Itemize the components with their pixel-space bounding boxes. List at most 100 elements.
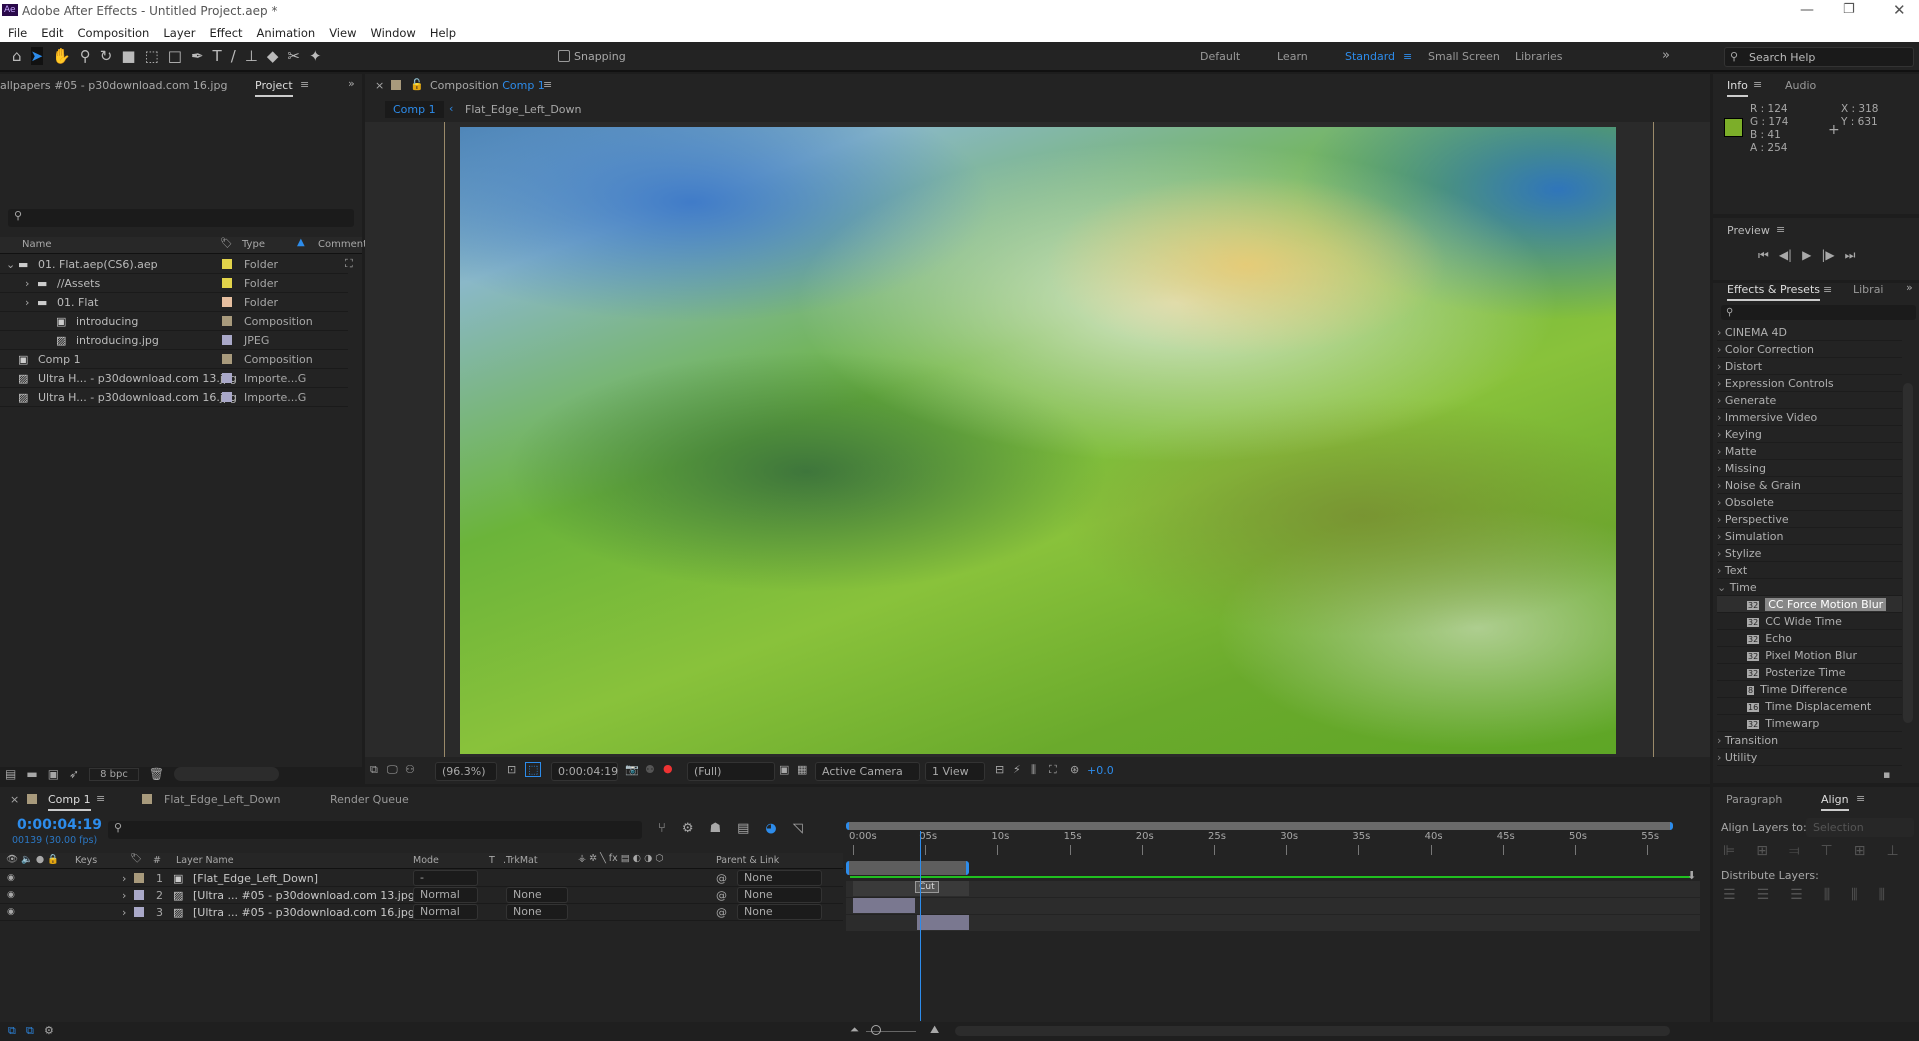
project-item[interactable]: ▨ introducing.jpg JPEG bbox=[0, 331, 348, 350]
fast-draft-icon[interactable]: ⚡ bbox=[1013, 763, 1021, 776]
column-comment[interactable]: Comment bbox=[318, 239, 367, 250]
toggle-modes-icon[interactable]: ⚙ bbox=[44, 1024, 54, 1037]
layer-duration-bar[interactable] bbox=[853, 898, 916, 913]
close-tab-icon[interactable]: × bbox=[375, 79, 384, 92]
minimize-button[interactable]: — bbox=[1800, 2, 1814, 18]
track-matte-dropdown[interactable]: None bbox=[506, 887, 568, 903]
play-icon[interactable]: ▶ bbox=[1802, 248, 1811, 263]
new-preset-icon[interactable]: ▪ bbox=[1883, 768, 1890, 781]
region-of-interest-icon[interactable]: ⬚ bbox=[525, 762, 542, 777]
close-tab-icon[interactable]: × bbox=[10, 793, 19, 806]
breadcrumb-comp-1[interactable]: Comp 1 bbox=[385, 101, 444, 118]
column-layer-name[interactable]: Layer Name bbox=[176, 855, 234, 866]
expand-panels-icon[interactable]: » bbox=[348, 77, 355, 90]
zoom-tool-icon[interactable]: ⚲ bbox=[80, 47, 91, 65]
collapse-arrow-icon[interactable]: ⌄ bbox=[6, 258, 15, 271]
blend-mode-dropdown[interactable]: - bbox=[413, 870, 478, 886]
roto-brush-tool-icon[interactable]: ✂ bbox=[287, 47, 300, 65]
label-color-swatch[interactable] bbox=[222, 335, 232, 345]
effect-category[interactable]: › Missing bbox=[1717, 460, 1902, 477]
next-frame-icon[interactable]: |▶ bbox=[1821, 248, 1834, 263]
parent-dropdown[interactable]: None bbox=[737, 870, 822, 886]
camera-dropdown[interactable]: Active Camera bbox=[815, 762, 920, 781]
menu-file[interactable]: File bbox=[8, 26, 27, 40]
interpret-footage-icon[interactable]: ▤ bbox=[5, 767, 16, 781]
layer-row[interactable]: ◉ › 2 ▨ [Ultra ... #05 - p30download.com 13.… bbox=[0, 887, 843, 904]
effect-category[interactable]: › Immersive Video bbox=[1717, 409, 1902, 426]
eye-icon[interactable]: ◉ bbox=[7, 873, 15, 883]
effects-search-input[interactable]: ⚲ bbox=[1721, 305, 1916, 320]
workspace-learn[interactable]: Learn bbox=[1277, 50, 1308, 63]
selection-tool-icon[interactable]: ➤ bbox=[30, 47, 44, 65]
pick-whip-icon[interactable]: @ bbox=[716, 906, 727, 919]
camera-tool-icon[interactable]: ■ bbox=[121, 47, 135, 65]
menu-effect[interactable]: Effect bbox=[209, 26, 242, 40]
toggle-pixel-aspect-icon[interactable]: ⊟ bbox=[995, 763, 1004, 776]
align-left-icon[interactable]: ⊫ bbox=[1723, 843, 1735, 859]
effect-category[interactable]: › Text bbox=[1717, 562, 1902, 579]
parent-dropdown[interactable]: None bbox=[737, 887, 822, 903]
title-safe-icon[interactable]: ⊡ bbox=[507, 763, 516, 776]
tab-project[interactable]: Project bbox=[255, 79, 293, 97]
fast-previews-icon[interactable]: ▣ bbox=[779, 763, 789, 776]
eraser-tool-icon[interactable]: ◆ bbox=[267, 47, 279, 65]
previous-frame-icon[interactable]: ◀| bbox=[1779, 248, 1792, 263]
new-composition-icon[interactable]: ▣ bbox=[48, 767, 59, 781]
pick-whip-icon[interactable]: @ bbox=[716, 889, 727, 902]
last-frame-icon[interactable]: ⏭ bbox=[1845, 248, 1856, 263]
zoom-dropdown[interactable]: (96.3%) bbox=[435, 762, 497, 781]
effect-item[interactable]: 32 Timewarp bbox=[1717, 715, 1902, 732]
breadcrumb-flat-edge[interactable]: Flat_Edge_Left_Down bbox=[465, 103, 581, 116]
work-area-bar[interactable] bbox=[846, 861, 969, 875]
label-color-swatch[interactable] bbox=[134, 907, 144, 917]
draft-3d-icon[interactable]: ⚙ bbox=[682, 821, 694, 836]
blend-mode-dropdown[interactable]: Normal bbox=[413, 887, 478, 903]
graph-editor-icon[interactable]: ◹ bbox=[793, 821, 803, 836]
motion-blur-icon[interactable]: ◕ bbox=[765, 821, 776, 836]
expand-arrow-icon[interactable]: › bbox=[122, 872, 126, 885]
effect-category[interactable]: › Expression Controls bbox=[1717, 375, 1902, 392]
menu-composition[interactable]: Composition bbox=[78, 26, 150, 40]
bpc-button[interactable]: 8 bpc bbox=[89, 767, 139, 781]
timeline-icon[interactable]: ⫼ bbox=[1031, 763, 1036, 777]
zoom-out-icon[interactable]: ⏶ bbox=[850, 1023, 859, 1037]
expand-arrow-icon[interactable]: › bbox=[122, 889, 126, 902]
time-ruler[interactable]: 0:00s 05s 10s 15s 20s 25s 30s 35s 40s 45s 50s 55s bbox=[846, 831, 1700, 861]
flowchart-icon[interactable]: ⛶ bbox=[345, 257, 353, 271]
label-color-swatch[interactable] bbox=[222, 392, 232, 402]
panel-menu-icon[interactable]: ≡ bbox=[96, 792, 105, 805]
effect-category[interactable]: › Distort bbox=[1717, 358, 1902, 375]
label-color-swatch[interactable] bbox=[222, 259, 232, 269]
layer-duration-bar[interactable] bbox=[853, 881, 969, 896]
column-type[interactable]: Type bbox=[242, 239, 265, 250]
effect-item[interactable]: 32 Posterize Time bbox=[1717, 664, 1902, 681]
transparency-grid-icon[interactable]: ▦ bbox=[797, 763, 807, 776]
home-icon[interactable]: ⌂ bbox=[12, 47, 22, 65]
project-item[interactable]: › ▬ 01. Flat Folder bbox=[0, 293, 348, 312]
layer-name[interactable]: [Ultra ... #05 - p30download.com 13.jpg] bbox=[193, 889, 419, 902]
parent-dropdown[interactable]: None bbox=[737, 904, 822, 920]
first-frame-icon[interactable]: ⏮ bbox=[1758, 248, 1769, 263]
effect-category[interactable]: › Stylize bbox=[1717, 545, 1902, 562]
blend-mode-dropdown[interactable]: Normal bbox=[413, 904, 478, 920]
shy-layers-icon[interactable]: ☗ bbox=[709, 821, 721, 836]
expand-arrow-icon[interactable]: › bbox=[25, 277, 29, 290]
align-v-center-icon[interactable]: ⊞ bbox=[1854, 843, 1866, 859]
project-item[interactable]: ▣ Comp 1 Composition bbox=[0, 350, 348, 369]
layer-name[interactable]: [Ultra ... #05 - p30download.com 16.jpg] bbox=[193, 906, 419, 919]
tab-render-queue[interactable]: Render Queue bbox=[330, 793, 409, 806]
distribute-v-center-icon[interactable]: ☰ bbox=[1757, 887, 1770, 903]
eye-icon[interactable]: ◉ bbox=[7, 907, 15, 917]
distribute-h-center-icon[interactable]: ⫼ bbox=[1851, 887, 1857, 903]
project-item[interactable]: ▣ introducing Composition bbox=[0, 312, 348, 331]
workspace-default[interactable]: Default bbox=[1200, 50, 1240, 63]
column-name[interactable]: Name bbox=[22, 239, 52, 250]
effect-item[interactable]: 32 CC Wide Time bbox=[1717, 613, 1902, 630]
composition-tab[interactable]: Composition Comp 1 bbox=[430, 79, 545, 92]
workspace-standard[interactable]: Standard bbox=[1345, 50, 1395, 63]
timeline-timecode[interactable]: 0:00:04:19 bbox=[17, 817, 102, 833]
effect-category[interactable]: › Generate bbox=[1717, 392, 1902, 409]
panel-menu-icon[interactable]: ≡ bbox=[1823, 283, 1832, 296]
tab-libraries[interactable]: Librai bbox=[1853, 283, 1884, 296]
align-bottom-icon[interactable]: ⊥ bbox=[1886, 843, 1898, 859]
